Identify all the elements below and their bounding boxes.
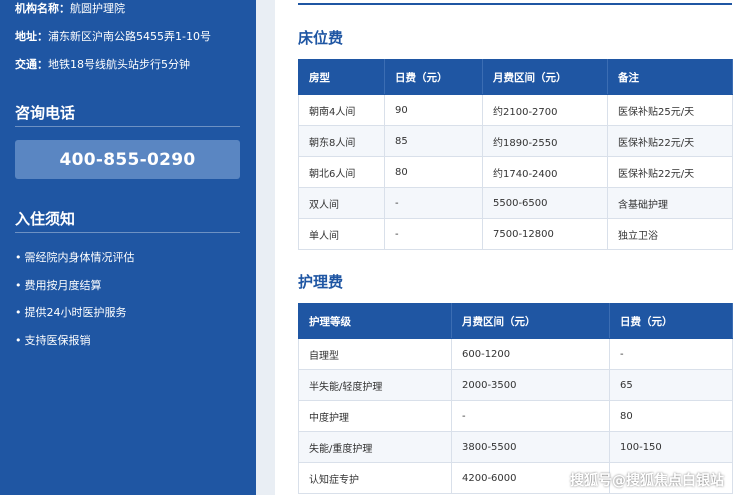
bed-fee-title: 床位费 bbox=[298, 29, 344, 47]
table-header-row: 护理等级 月费区间（元） 日费（元） bbox=[298, 303, 733, 339]
table-row: 朝北6人间 80 约1740-2400 医保补贴22元/天 bbox=[298, 156, 733, 188]
table-cell: 双人间 bbox=[298, 187, 385, 219]
table-row: 单人间 - 7500-12800 独立卫浴 bbox=[298, 218, 733, 250]
table-cell: 自理型 bbox=[298, 338, 452, 370]
column-header: 护理等级 bbox=[298, 303, 452, 339]
table-cell: - bbox=[609, 338, 733, 370]
table-cell: - bbox=[384, 187, 483, 219]
notes-divider bbox=[15, 232, 240, 233]
table-header-row: 房型 日费（元） 月费区间（元） 备注 bbox=[298, 59, 733, 95]
table-cell: 半失能/轻度护理 bbox=[298, 369, 452, 401]
info-address-value: 浦东新区沪南公路5455弄1-10号 bbox=[48, 30, 211, 43]
table-cell: 朝南4人间 bbox=[298, 94, 385, 126]
table-cell: 医保补贴25元/天 bbox=[607, 94, 733, 126]
info-address: 地址：浦东新区沪南公路5455弄1-10号 bbox=[15, 30, 211, 44]
phone-divider bbox=[15, 126, 240, 127]
info-institution-value: 航圆护理院 bbox=[70, 2, 125, 15]
column-header: 月费区间（元） bbox=[451, 303, 610, 339]
column-header: 月费区间（元） bbox=[482, 59, 608, 95]
table-cell: 3800-5500 bbox=[451, 431, 610, 463]
table-cell: 朝北6人间 bbox=[298, 156, 385, 188]
info-transport-label: 交通： bbox=[15, 58, 48, 71]
phone-section-title: 咨询电话 bbox=[15, 104, 76, 122]
care-fee-table: 护理等级 月费区间（元） 日费（元） 自理型 600-1200 - 半失能/轻度… bbox=[298, 303, 733, 494]
note-item: • 提供24小时医护服务 bbox=[15, 304, 127, 320]
top-rule bbox=[298, 3, 732, 5]
table-cell: 80 bbox=[384, 156, 483, 188]
note-text: 需经院内身体情况评估 bbox=[24, 251, 135, 264]
phone-number-button[interactable]: 400-855-0290 bbox=[15, 140, 240, 179]
table-cell: 朝东8人间 bbox=[298, 125, 385, 157]
table-cell: 认知症专护 bbox=[298, 462, 452, 494]
bullet-icon: • bbox=[15, 334, 22, 347]
table-row: 双人间 - 5500-6500 含基础护理 bbox=[298, 187, 733, 219]
table-cell: 600-1200 bbox=[451, 338, 610, 370]
table-cell: 80 bbox=[609, 400, 733, 432]
table-cell: 90 bbox=[384, 94, 483, 126]
table-cell: 医保补贴22元/天 bbox=[607, 156, 733, 188]
table-cell: 2000-3500 bbox=[451, 369, 610, 401]
column-header: 备注 bbox=[607, 59, 733, 95]
main-content: 床位费 房型 日费（元） 月费区间（元） 备注 朝南4人间 90 约2100-2… bbox=[275, 0, 740, 495]
note-text: 支持医保报销 bbox=[24, 334, 91, 347]
note-item: • 需经院内身体情况评估 bbox=[15, 249, 135, 265]
table-row: 朝东8人间 85 约1890-2550 医保补贴22元/天 bbox=[298, 125, 733, 157]
care-fee-title: 护理费 bbox=[298, 273, 344, 291]
info-institution: 机构名称：航圆护理院 bbox=[15, 2, 125, 16]
table-cell: 医保补贴22元/天 bbox=[607, 125, 733, 157]
bullet-icon: • bbox=[15, 251, 22, 264]
notes-section-title: 入住须知 bbox=[15, 210, 76, 228]
table-cell: 85 bbox=[384, 125, 483, 157]
table-row: 失能/重度护理 3800-5500 100-150 bbox=[298, 431, 733, 463]
column-header: 日费（元） bbox=[609, 303, 733, 339]
note-text: 提供24小时医护服务 bbox=[24, 306, 127, 319]
table-cell: 7500-12800 bbox=[482, 218, 608, 250]
table-cell: - bbox=[451, 400, 610, 432]
table-row: 自理型 600-1200 - bbox=[298, 338, 733, 370]
table-cell: 5500-6500 bbox=[482, 187, 608, 219]
info-institution-label: 机构名称： bbox=[15, 2, 70, 15]
info-transport-value: 地铁18号线航头站步行5分钟 bbox=[48, 58, 190, 71]
info-transport: 交通：地铁18号线航头站步行5分钟 bbox=[15, 58, 190, 72]
table-row: 朝南4人间 90 约2100-2700 医保补贴25元/天 bbox=[298, 94, 733, 126]
table-cell: 100-150 bbox=[609, 431, 733, 463]
table-cell: 含基础护理 bbox=[607, 187, 733, 219]
note-item: • 费用按月度结算 bbox=[15, 277, 102, 293]
table-cell: 65 bbox=[609, 369, 733, 401]
note-item: • 支持医保报销 bbox=[15, 332, 91, 348]
note-text: 费用按月度结算 bbox=[24, 279, 102, 292]
table-cell: - bbox=[384, 218, 483, 250]
table-cell: 中度护理 bbox=[298, 400, 452, 432]
table-row: 中度护理 - 80 bbox=[298, 400, 733, 432]
table-cell: 约1740-2400 bbox=[482, 156, 608, 188]
table-cell: 独立卫浴 bbox=[607, 218, 733, 250]
table-cell: 失能/重度护理 bbox=[298, 431, 452, 463]
watermark-text: 搜狐号@搜狐焦点白银站 bbox=[570, 473, 724, 489]
table-cell: 约2100-2700 bbox=[482, 94, 608, 126]
table-cell: 约1890-2550 bbox=[482, 125, 608, 157]
bed-fee-table: 房型 日费（元） 月费区间（元） 备注 朝南4人间 90 约2100-2700 … bbox=[298, 59, 733, 250]
column-header: 房型 bbox=[298, 59, 385, 95]
sidebar: 机构名称：航圆护理院 地址：浦东新区沪南公路5455弄1-10号 交通：地铁18… bbox=[0, 0, 256, 495]
table-cell: 单人间 bbox=[298, 218, 385, 250]
bullet-icon: • bbox=[15, 279, 22, 292]
table-row: 半失能/轻度护理 2000-3500 65 bbox=[298, 369, 733, 401]
bullet-icon: • bbox=[15, 306, 22, 319]
column-header: 日费（元） bbox=[384, 59, 483, 95]
info-address-label: 地址： bbox=[15, 30, 48, 43]
